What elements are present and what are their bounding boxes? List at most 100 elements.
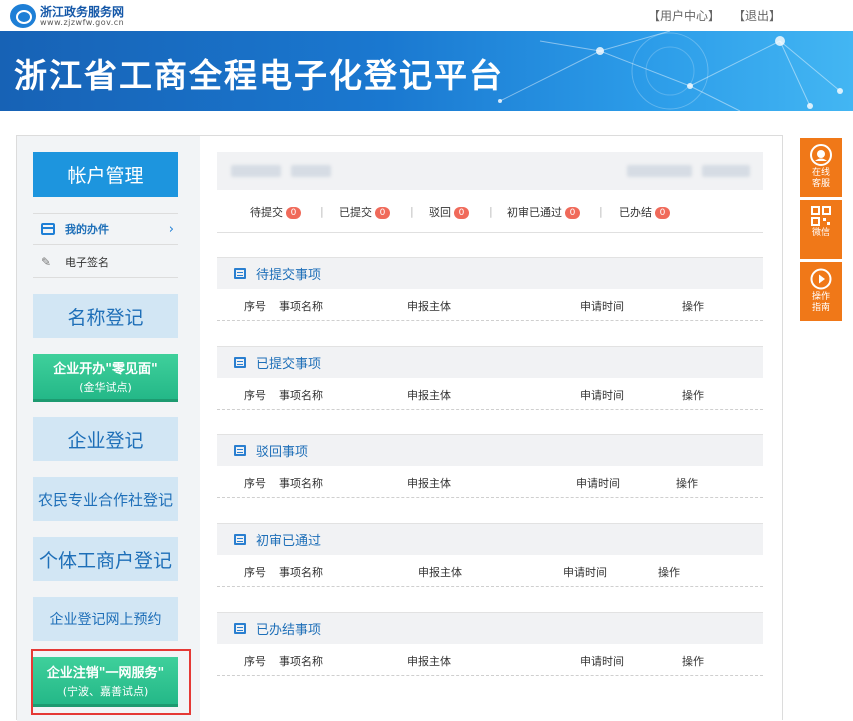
nav-name-registration[interactable]: 名称登记 [33,294,178,338]
col-index: 序号 [244,389,266,402]
pen-icon: ✎ [41,254,52,269]
banner: 浙江省工商全程电子化登记平台 [0,31,853,111]
table-header: 序号 事项名称 申报主体 申请时间 操作 [217,644,763,676]
section-title: 初审已通过 [256,534,322,549]
col-item-name: 事项名称 [279,300,323,313]
col-item-name: 事项名称 [279,477,323,490]
sidebar-item-e-signature[interactable]: ✎ 电子签名 [33,246,178,278]
stat-first-review-passed[interactable]: 初审已通过 0 [507,204,580,220]
top-bar: 浙江政务服务网 www.zjzwfw.gov.cn 【用户中心】 【退出】 [0,0,853,31]
headset-icon [810,144,832,166]
section-header: 已办结事项 [217,612,763,644]
button-label: 客服 [811,179,830,189]
divider: | [599,205,603,218]
section-header: 已提交事项 [217,346,763,378]
chevron-right-icon: › [168,222,174,237]
col-action: 操作 [682,389,704,402]
nav-cooperative-registration[interactable]: 农民专业合作社登记 [33,477,178,521]
play-circle-icon [810,268,832,290]
col-index: 序号 [244,655,266,668]
divider [217,232,763,233]
col-item-name: 事项名称 [279,566,323,579]
nav-label-line2: (金华试点) [79,381,132,394]
col-apply-time: 申请时间 [580,389,624,402]
col-index: 序号 [244,300,266,313]
sidebar-item-label: 电子签名 [65,255,109,269]
task-box-icon [41,223,55,235]
count-badge: 0 [286,207,301,219]
table-header: 序号 事项名称 申报主体 申请时间 操作 [217,555,763,587]
highlight-box [31,649,191,715]
logout-link[interactable]: 【退出】 [733,7,781,24]
section-rejected: 驳回事项 序号 事项名称 申报主体 申请时间 操作 [217,434,763,499]
col-applicant: 申报主体 [407,477,451,490]
stat-completed[interactable]: 已办结 0 [619,204,670,220]
section-header: 待提交事项 [217,257,763,289]
button-label: 操作 [811,292,830,302]
section-first-review-passed: 初审已通过 序号 事项名称 申报主体 申请时间 操作 [217,523,763,588]
count-badge: 0 [655,207,670,219]
divider: | [320,205,324,218]
sidebar-item-my-tasks[interactable]: 我的办件 › [33,213,178,245]
col-action: 操作 [682,655,704,668]
divider: | [489,205,493,218]
button-label: 指南 [811,303,830,313]
col-applicant: 申报主体 [407,300,451,313]
logo-icon [10,4,36,28]
col-item-name: 事项名称 [279,655,323,668]
section-title: 待提交事项 [256,268,322,283]
nav-enterprise-opening[interactable]: 企业开办"零见面" (金华试点) [33,354,178,402]
col-action: 操作 [682,300,704,313]
col-applicant: 申报主体 [407,655,451,668]
banner-title: 浙江省工商全程电子化登记平台 [14,56,504,95]
user-center-link[interactable]: 【用户中心】 [648,7,720,24]
blurred-info [702,165,750,177]
sidebar-item-label: 我的办件 [65,223,109,236]
table-header: 序号 事项名称 申报主体 申请时间 操作 [217,378,763,410]
network-decoration-icon [498,31,843,111]
page-container: 帐户管理 我的办件 › ✎ 电子签名 名称登记 企业开办"零见面" (金华试点)… [16,135,783,721]
col-applicant: 申报主体 [418,566,462,579]
blurred-user-name [231,165,281,177]
button-label: 在线 [811,168,830,178]
operation-guide-button[interactable]: 操作 指南 [800,262,842,321]
section-title: 已提交事项 [256,357,322,372]
nav-individual-business-registration[interactable]: 个体工商户登记 [33,537,178,581]
section-title: 驳回事项 [256,445,309,460]
list-icon [234,534,246,545]
nav-enterprise-registration[interactable]: 企业登记 [33,417,178,461]
section-header: 初审已通过 [217,523,763,555]
section-completed: 已办结事项 序号 事项名称 申报主体 申请时间 操作 [217,612,763,677]
list-icon [234,357,246,368]
list-icon [234,445,246,456]
site-logo[interactable]: 浙江政务服务网 www.zjzwfw.gov.cn [10,3,170,29]
col-apply-time: 申请时间 [580,655,624,668]
button-label: 微信 [811,228,830,238]
count-badge: 0 [565,207,580,219]
divider: | [410,205,414,218]
col-index: 序号 [244,566,266,579]
sidebar: 帐户管理 我的办件 › ✎ 电子签名 名称登记 企业开办"零见面" (金华试点)… [17,136,200,721]
col-index: 序号 [244,477,266,490]
blurred-info [627,165,692,177]
section-submitted: 已提交事项 序号 事项名称 申报主体 申请时间 操作 [217,346,763,411]
col-action: 操作 [658,566,680,579]
col-action: 操作 [676,477,698,490]
qrcode-icon [811,206,831,226]
table-header: 序号 事项名称 申报主体 申请时间 操作 [217,466,763,498]
logo-url: www.zjzwfw.gov.cn [40,18,125,27]
nav-online-appointment[interactable]: 企业登记网上预约 [33,597,178,641]
wechat-button[interactable]: 微信 [800,200,842,259]
stat-submitted[interactable]: 已提交 0 [339,204,390,220]
list-icon [234,268,246,279]
stat-pending[interactable]: 待提交 0 [250,204,301,220]
stat-rejected[interactable]: 驳回 0 [429,204,469,220]
count-badge: 0 [375,207,390,219]
user-info-bar [217,152,763,190]
section-header: 驳回事项 [217,434,763,466]
section-pending: 待提交事项 序号 事项名称 申报主体 申请时间 操作 [217,257,763,322]
count-badge: 0 [454,207,469,219]
section-title: 已办结事项 [256,623,322,638]
online-service-button[interactable]: 在线 客服 [800,138,842,197]
account-management-header: 帐户管理 [33,152,178,197]
